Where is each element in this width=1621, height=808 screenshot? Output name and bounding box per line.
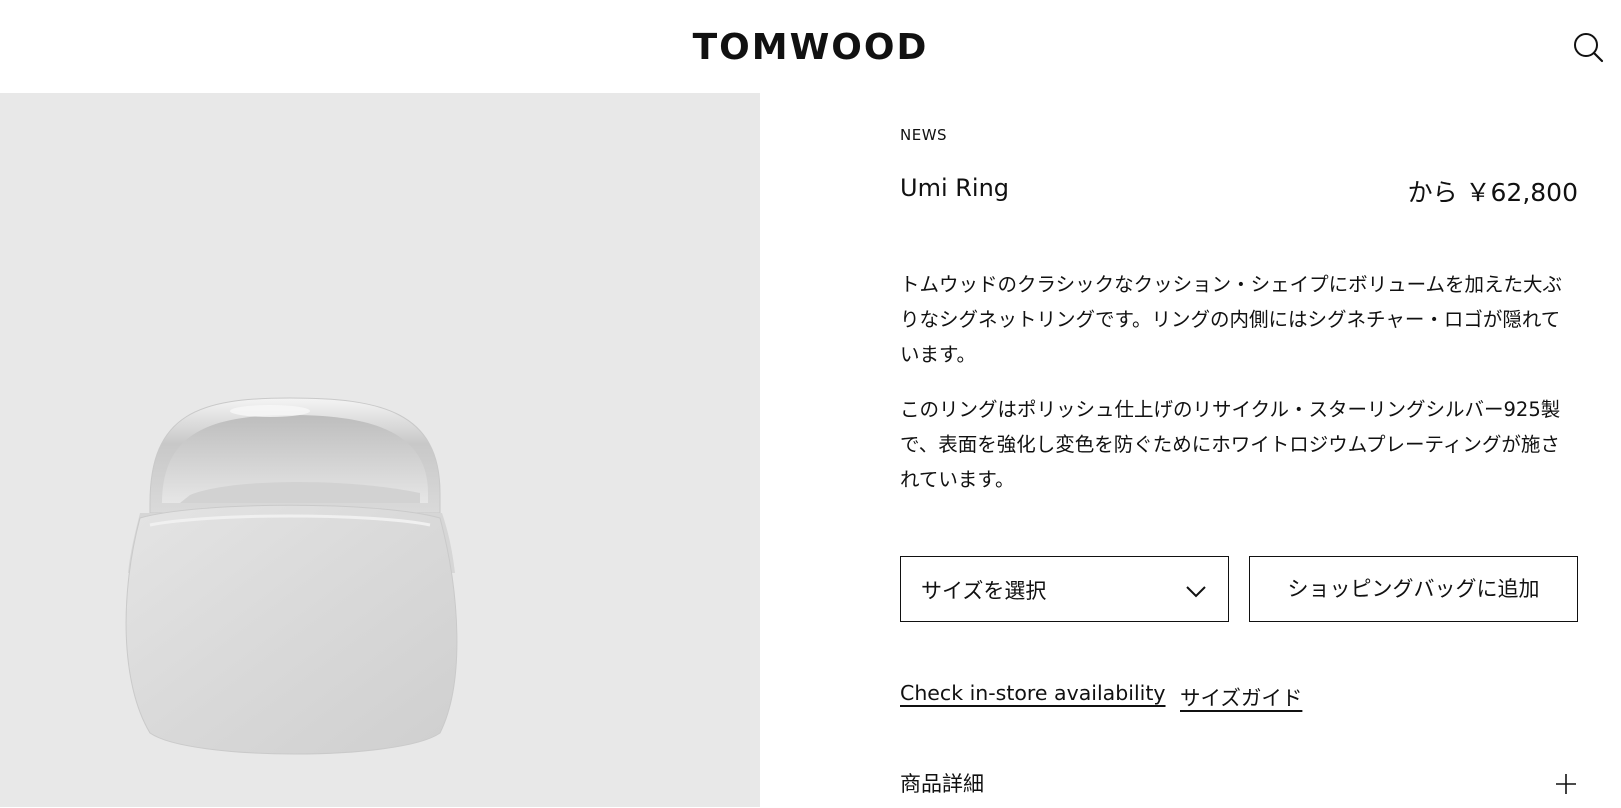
- product-price: から ￥62,800: [1407, 178, 1578, 207]
- product-title: Umi Ring: [900, 174, 1010, 202]
- size-select-label: サイズを選択: [921, 579, 1047, 603]
- plus-icon: [1556, 774, 1576, 794]
- add-to-bag-button[interactable]: ショッピングバッグに追加: [1249, 556, 1578, 622]
- product-image: [0, 93, 760, 807]
- product-description-1: トムウッドのクラシックなクッション・シェイプにボリュームを加えた大ぶりなシグネッ…: [900, 273, 1563, 366]
- chevron-down-icon: [1186, 586, 1206, 598]
- size-select[interactable]: サイズを選択: [900, 556, 1229, 622]
- store-availability-link[interactable]: Check in-store availability: [900, 681, 1166, 705]
- search-icon[interactable]: [1571, 30, 1605, 64]
- product-details-accordion[interactable]: 商品詳細: [900, 768, 1578, 808]
- site-header: TOMWOOD: [0, 0, 1621, 93]
- product-description-2: このリングはポリッシュ仕上げのリサイクル・スターリングシルバー925製で、表面を…: [900, 398, 1561, 491]
- ring-image: [125, 397, 458, 755]
- product-details-label: 商品詳細: [900, 772, 984, 796]
- product-category[interactable]: NEWS: [900, 126, 947, 144]
- size-guide-link[interactable]: サイズガイド: [1180, 681, 1302, 711]
- brand-logo[interactable]: TOMWOOD: [0, 26, 1621, 70]
